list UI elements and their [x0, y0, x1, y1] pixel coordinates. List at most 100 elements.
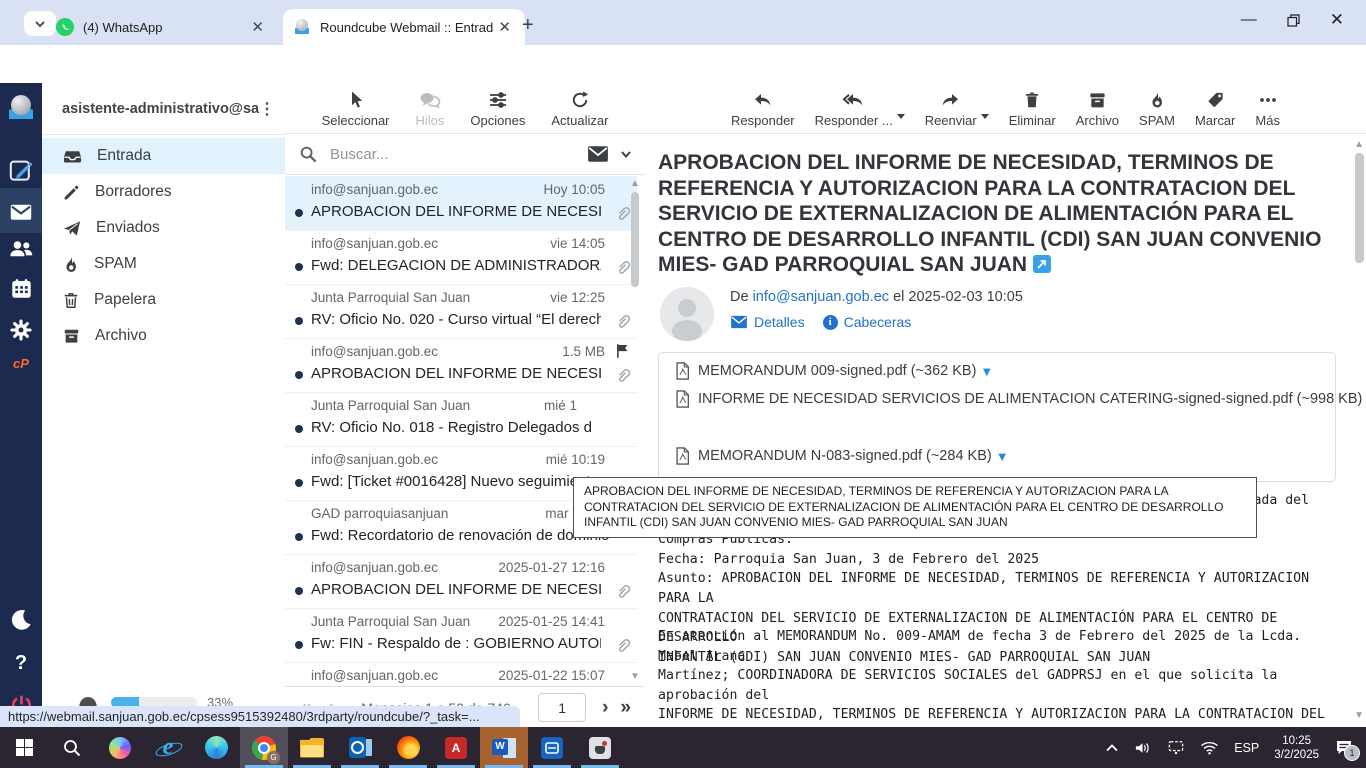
help-button[interactable]: ? [0, 652, 42, 675]
reply-all-caret-icon[interactable] [896, 112, 906, 120]
taskbar-file-explorer-icon[interactable] [288, 727, 336, 768]
more-button[interactable]: Más [1255, 90, 1280, 133]
taskbar-chrome-icon[interactable]: G [240, 727, 288, 768]
next-page-button[interactable]: › [602, 697, 608, 719]
mail-scrollbar-thumb[interactable] [1355, 153, 1364, 263]
account-menu-icon[interactable]: ⋮ [259, 99, 275, 119]
mark-button[interactable]: Marcar [1195, 90, 1235, 133]
trash-icon [62, 291, 80, 310]
reply-button[interactable]: Responder [731, 90, 795, 133]
tray-date: 3/2/2025 [1274, 748, 1319, 762]
open-in-new-window-icon[interactable] [1033, 255, 1051, 273]
from-line: De info@sanjuan.gob.ec el 2025-02-03 10:… [730, 289, 1023, 305]
settings-nav-button[interactable] [0, 318, 42, 342]
taskbar-word-icon[interactable]: W [480, 727, 528, 768]
from-email-link[interactable]: info@sanjuan.gob.ec [753, 289, 889, 305]
message-date: vie 12:25 [550, 290, 605, 305]
taskbar-java-app-icon[interactable] [576, 727, 624, 768]
pdf-file-icon [675, 390, 690, 408]
message-row[interactable]: info@sanjuan.gob.ec 2025-01-22 15:07 [285, 662, 637, 686]
compose-button[interactable] [0, 158, 42, 182]
tab-close-icon[interactable]: ✕ [494, 18, 515, 36]
attachment-menu-caret-icon[interactable]: ▼ [996, 449, 1009, 464]
taskbar-copilot-icon[interactable] [96, 727, 144, 768]
folder-archivo[interactable]: Archivo [42, 318, 285, 354]
taskbar-clock[interactable]: 10:25 3/2/2025 [1274, 734, 1319, 762]
sliders-icon [488, 90, 508, 110]
folder-papelera[interactable]: Papelera [42, 282, 285, 318]
start-button[interactable] [0, 727, 48, 768]
options-button[interactable]: Opciones [470, 90, 525, 133]
attachment-menu-caret-icon[interactable]: ▼ [980, 364, 993, 379]
tab-close-icon[interactable]: ✕ [247, 18, 268, 36]
search-scope-mail-icon[interactable] [587, 145, 609, 163]
folder-spam[interactable]: SPAM [42, 246, 285, 282]
headers-toggle[interactable]: i Cabeceras [823, 314, 912, 330]
restore-button[interactable] [1287, 14, 1300, 27]
taskbar-search-button[interactable] [48, 727, 96, 768]
forward-caret-icon[interactable] [980, 112, 990, 120]
forward-label: Reenviar [925, 113, 977, 128]
message-row[interactable]: Junta Parroquial San Juan 2025-01-25 14:… [285, 608, 637, 663]
minimize-button[interactable]: — [1241, 11, 1257, 29]
list-scroll-up-icon[interactable]: ▲ [630, 179, 640, 189]
message-row[interactable]: info@sanjuan.gob.ec Hoy 10:05 APROBACION… [285, 176, 637, 231]
mail-scroll-up-icon[interactable]: ▲ [1354, 140, 1364, 150]
folder-entrada[interactable]: Entrada [42, 138, 285, 174]
wifi-icon[interactable] [1200, 740, 1219, 755]
delete-button[interactable]: Eliminar [1009, 90, 1056, 133]
details-toggle[interactable]: Detalles [730, 314, 805, 330]
taskbar-internet-explorer-icon[interactable]: e [144, 727, 192, 768]
notifications-button[interactable]: 1 [1334, 739, 1354, 757]
last-page-button[interactable]: » [620, 697, 631, 719]
tab-roundcube[interactable]: Roundcube Webmail :: Entrada ✕ [283, 9, 525, 45]
refresh-icon [570, 90, 590, 110]
search-options-chevron-icon[interactable] [619, 147, 633, 161]
threads-button[interactable]: Hilos [416, 90, 445, 133]
volume-icon[interactable] [1134, 740, 1152, 756]
message-row[interactable]: Junta Parroquial San Juan mié 1 RV: Ofic… [285, 392, 637, 447]
taskbar-outlook-icon[interactable] [336, 727, 384, 768]
contacts-nav-button[interactable] [0, 236, 42, 260]
dark-mode-button[interactable] [0, 608, 42, 632]
mail-nav-button[interactable] [0, 200, 42, 224]
forward-button[interactable]: Reenviar [925, 90, 977, 133]
folder-label: Papelera [94, 291, 156, 309]
delete-label: Eliminar [1009, 113, 1056, 128]
cpanel-button[interactable]: cP [0, 356, 42, 371]
folder-enviados[interactable]: Enviados [42, 210, 285, 246]
taskbar-acrobat-icon[interactable]: A [432, 727, 480, 768]
folder-borradores[interactable]: Borradores [42, 174, 285, 210]
attachment-item[interactable]: MEMORANDUM 009-signed.pdf (~362 KB) ▼ [675, 362, 993, 380]
message-row[interactable]: info@sanjuan.gob.ec vie 14:05 Fwd: DELEG… [285, 230, 637, 285]
calendar-nav-button[interactable] [0, 277, 42, 300]
search-input[interactable] [328, 145, 587, 164]
mail-scroll-down-icon[interactable]: ▼ [1354, 711, 1364, 721]
cast-device-icon[interactable] [1167, 740, 1185, 755]
message-row[interactable]: info@sanjuan.gob.ec 2025-01-27 12:16 APR… [285, 554, 637, 609]
refresh-button[interactable]: Actualizar [551, 90, 608, 133]
attachment-item[interactable]: INFORME DE NECESIDAD SERVICIOS DE ALIMEN… [675, 390, 1366, 408]
attachment-icon [615, 313, 631, 330]
keyboard-language[interactable]: ESP [1234, 741, 1259, 755]
tab-whatsapp[interactable]: (4) WhatsApp ✕ [46, 9, 278, 45]
select-button[interactable]: Seleccionar [322, 90, 390, 133]
message-sender: info@sanjuan.gob.ec [311, 452, 438, 467]
list-scroll-down-icon[interactable]: ▼ [630, 672, 640, 682]
unread-dot [295, 209, 303, 217]
archive-button[interactable]: Archivo [1076, 90, 1119, 133]
unread-dot [295, 587, 303, 595]
attachment-item[interactable]: MEMORANDUM N-083-signed.pdf (~284 KB) ▼ [675, 447, 1009, 465]
taskbar-scanner-app-icon[interactable] [528, 727, 576, 768]
taskbar-edge-icon[interactable] [192, 727, 240, 768]
page-number-input[interactable] [538, 693, 586, 722]
new-tab-button[interactable]: + [522, 14, 534, 37]
close-button[interactable]: ✕ [1330, 10, 1344, 30]
spam-button[interactable]: SPAM [1139, 90, 1175, 133]
reply-all-button[interactable]: Responder ... [815, 90, 893, 133]
list-scrollbar-thumb[interactable] [631, 192, 639, 287]
tray-chevron-up-icon[interactable] [1105, 742, 1119, 754]
message-row[interactable]: Junta Parroquial San Juan vie 12:25 RV: … [285, 284, 637, 339]
message-row[interactable]: info@sanjuan.gob.ec 1.5 MB APROBACION DE… [285, 338, 637, 393]
taskbar-firefox-icon[interactable] [384, 727, 432, 768]
